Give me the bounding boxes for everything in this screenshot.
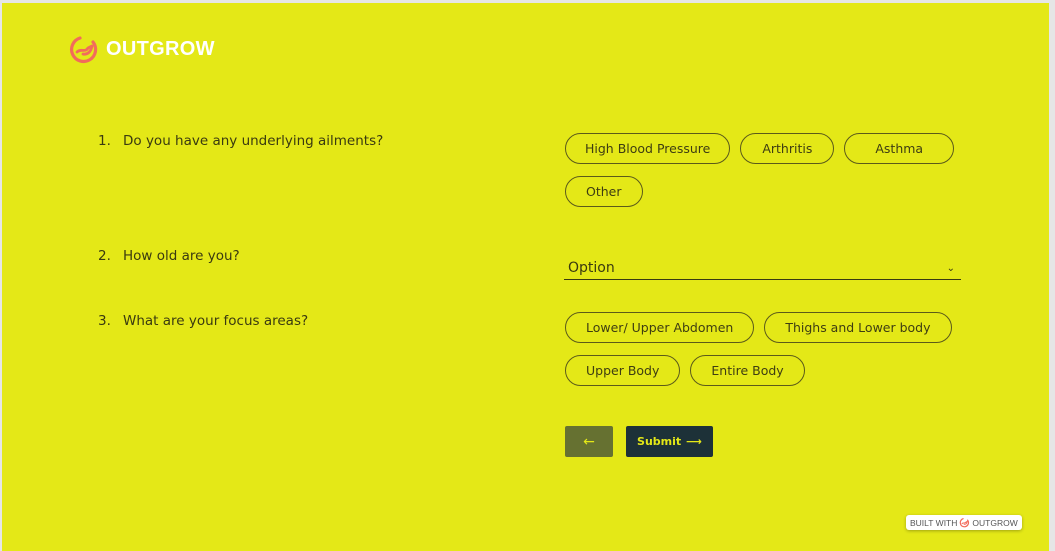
page: OUTGROW 1. Do you have any underlying ai… [2, 3, 1049, 551]
age-select-value: Option [568, 260, 615, 276]
arrow-left-icon: ← [583, 433, 595, 450]
choice-upper-body[interactable]: Upper Body [565, 355, 681, 386]
question-number: 3. [98, 313, 111, 329]
built-with-badge[interactable]: BUILT WITH OUTGROW [906, 515, 1022, 530]
age-select[interactable]: Option ⌄ [564, 253, 961, 280]
question-number: 1. [98, 133, 111, 149]
question-text: What are your focus areas? [123, 313, 309, 329]
question-3: 3. What are your focus areas? [98, 313, 308, 329]
choice-thighs-lower-body[interactable]: Thighs and Lower body [764, 312, 952, 343]
choice-high-blood-pressure[interactable]: High Blood Pressure [565, 133, 731, 164]
outgrow-logo-icon [960, 518, 970, 528]
choice-entire-body[interactable]: Entire Body [690, 355, 805, 386]
back-button[interactable]: ← [565, 426, 613, 457]
brand-name: OUTGROW [106, 37, 215, 60]
outgrow-logo-icon [70, 36, 98, 64]
question-number: 2. [98, 248, 111, 264]
submit-button[interactable]: Submit ⟶ [626, 426, 713, 457]
choice-lower-upper-abdomen[interactable]: Lower/ Upper Abdomen [565, 312, 755, 343]
question-text: Do you have any underlying ailments? [123, 133, 384, 149]
built-with-brand: OUTGROW [972, 517, 1018, 528]
question-2: 2. How old are you? [98, 248, 240, 264]
choice-asthma[interactable]: Asthma [844, 133, 955, 164]
ailments-choices: High Blood Pressure Arthritis Asthma Oth… [565, 133, 965, 207]
arrow-right-icon: ⟶ [686, 435, 702, 448]
question-text: How old are you? [123, 248, 240, 264]
focus-areas-choices: Lower/ Upper Abdomen Thighs and Lower bo… [565, 312, 965, 386]
submit-label: Submit [637, 435, 682, 448]
choice-other[interactable]: Other [565, 176, 643, 207]
question-1: 1. Do you have any underlying ailments? [98, 133, 383, 149]
brand-logo: OUTGROW [68, 33, 215, 65]
built-with-label: BUILT WITH [910, 517, 958, 528]
chevron-down-icon: ⌄ [946, 262, 955, 274]
choice-arthritis[interactable]: Arthritis [740, 133, 835, 164]
